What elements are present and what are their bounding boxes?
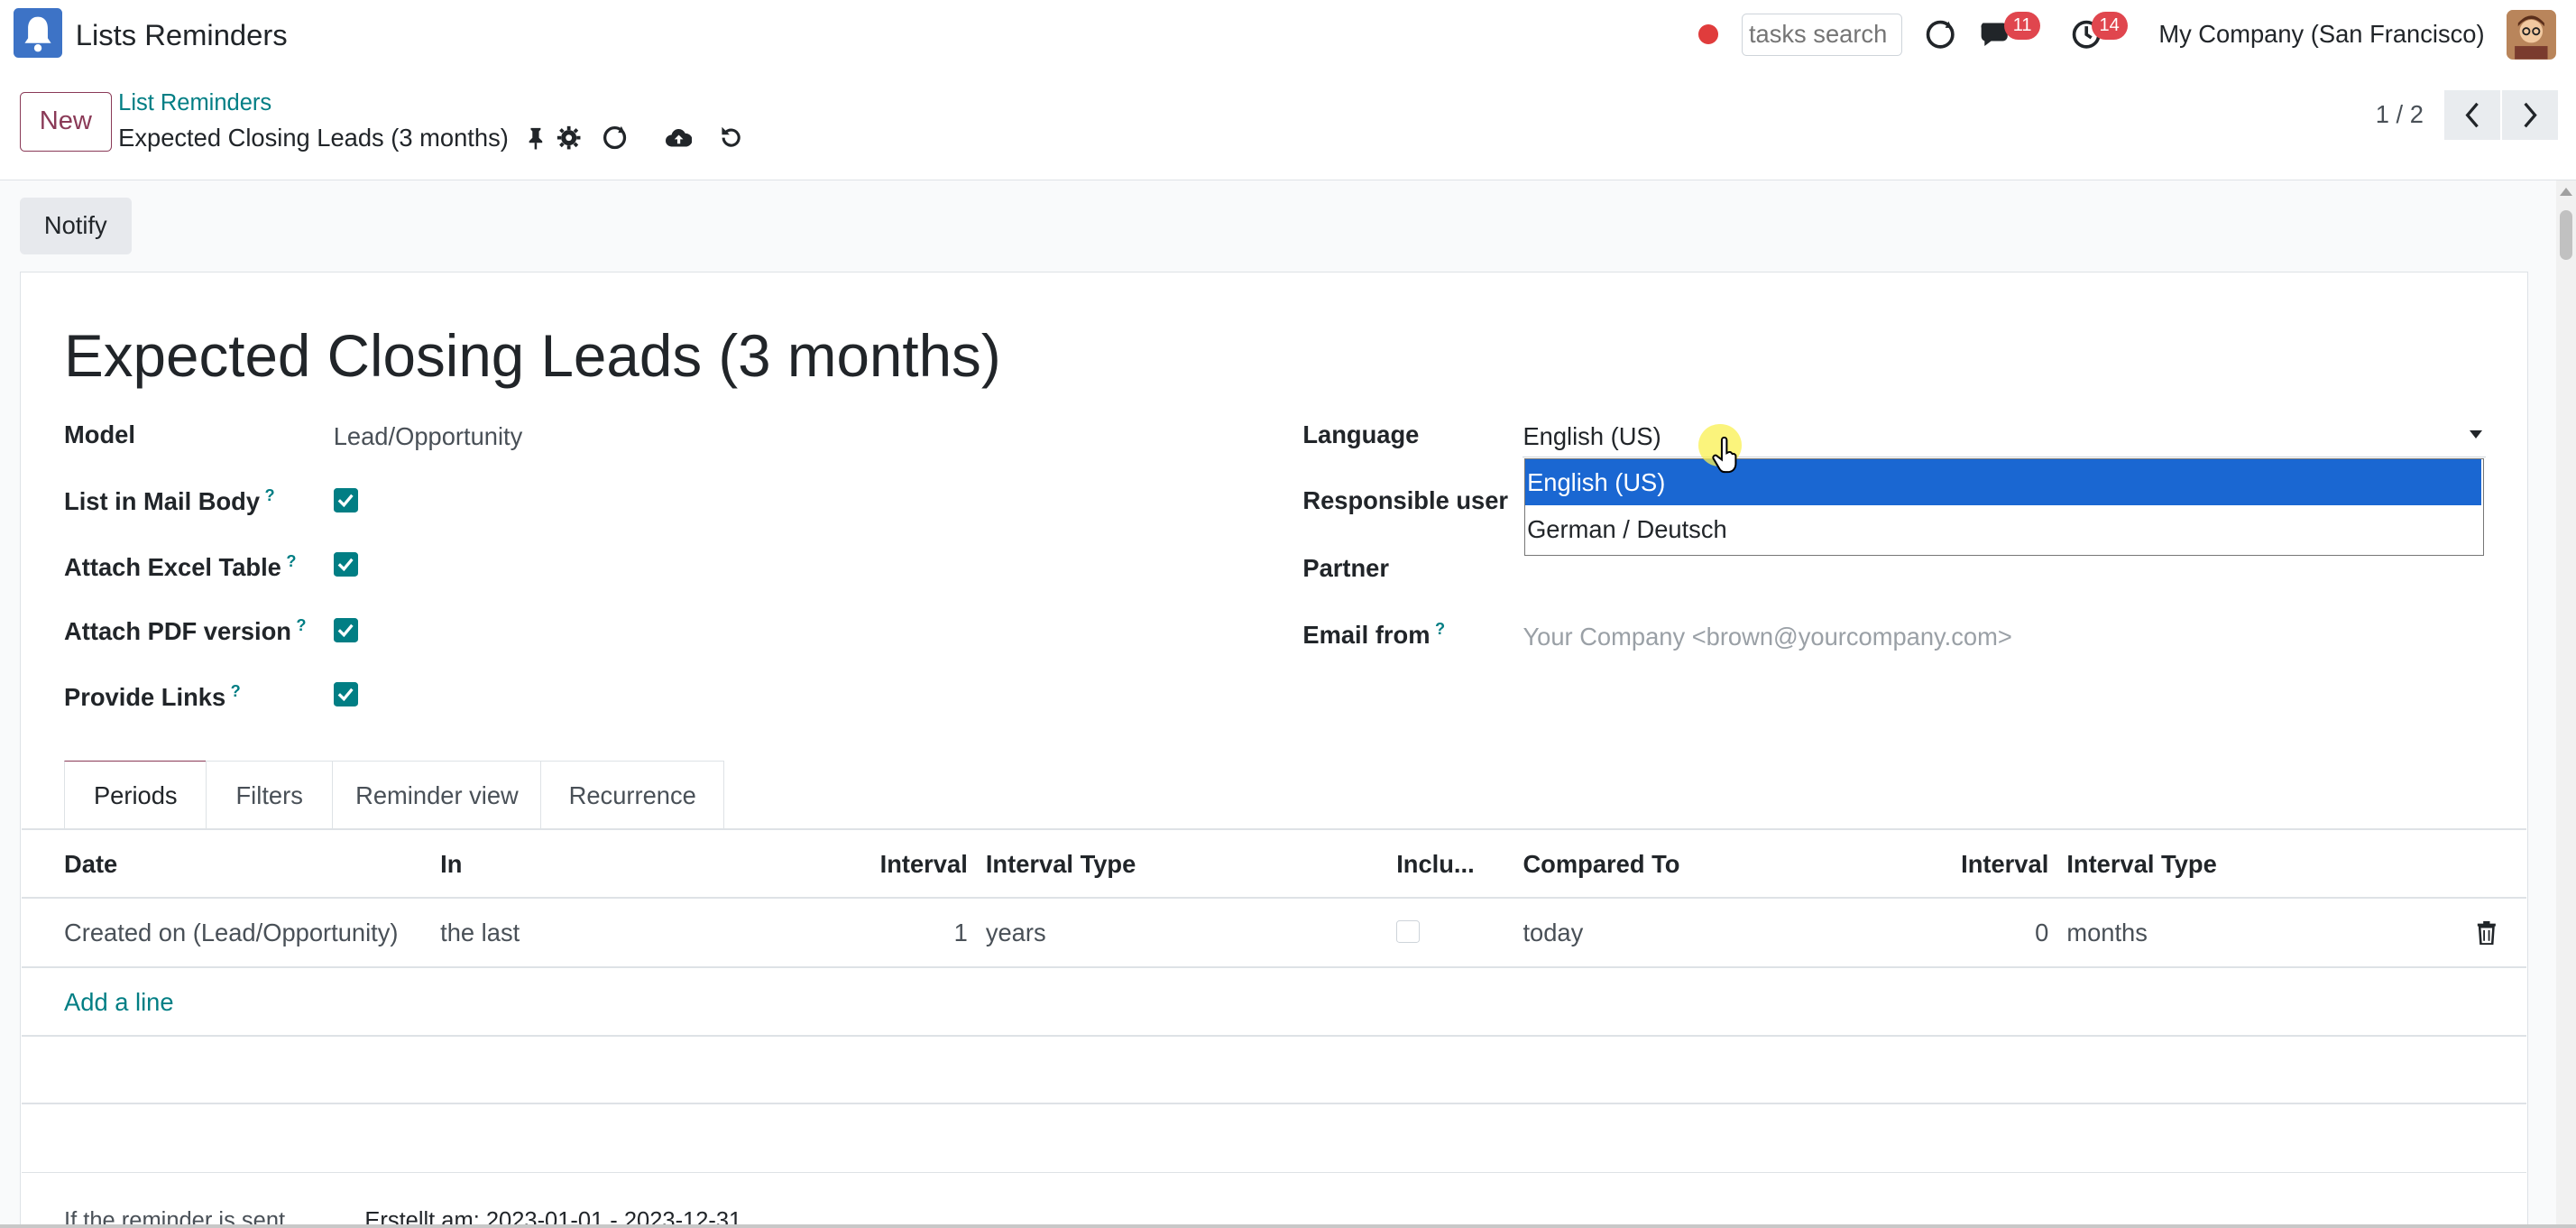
email-from-label: Email from? [1302,619,1446,649]
tabs-divider [21,827,2527,830]
help-tooltip-icon[interactable]: ? [1435,620,1445,638]
cell-date[interactable]: Created on (Lead/Opportunity) [64,919,398,947]
cell-interval[interactable]: 1 [822,919,968,947]
language-dropdown-list: English (US) German / Deutsch [1524,458,2484,556]
cell-interval-2[interactable]: 0 [1890,919,2048,947]
gear-icon[interactable] [556,125,582,151]
list-in-mail-body-checkbox[interactable] [333,487,359,513]
tab-periods[interactable]: Periods [64,761,207,830]
top-navbar: Lists Reminders 11 14 My Company (San Fr… [0,0,2576,71]
table-row-divider [21,1035,2527,1038]
help-tooltip-icon[interactable]: ? [296,616,306,634]
scroll-up-arrow-icon[interactable] [2559,187,2572,196]
breadcrumb-current: Expected Closing Leads (3 months) [118,123,509,152]
column-header-interval-type[interactable]: Interval Type [986,850,1136,879]
refresh-circle-icon[interactable] [602,125,628,151]
notify-button[interactable]: Notify [19,197,132,255]
help-tooltip-icon[interactable]: ? [286,552,296,570]
check-icon [337,623,354,637]
help-tooltip-icon[interactable]: ? [231,682,241,700]
messages-badge: 11 [2004,11,2041,40]
table-row-divider [21,1103,2527,1104]
window-bottom-border [0,1223,2576,1228]
provide-links-label: Provide Links? [64,681,241,711]
check-icon [337,494,354,507]
attach-pdf-checkbox[interactable] [333,617,359,643]
attach-excel-checkbox[interactable] [333,551,359,577]
column-header-interval-2[interactable]: Interval [1890,850,2048,879]
pager-value[interactable]: 1 / 2 [2376,100,2424,129]
attach-excel-label: Attach Excel Table? [64,551,297,582]
form-sheet [19,271,2529,1228]
table-row-divider [21,965,2527,968]
model-value: Lead/Opportunity [333,422,523,451]
cell-included-checkbox[interactable] [1396,919,1420,944]
tab-reminder-view[interactable]: Reminder view [331,761,543,830]
user-avatar[interactable] [2507,9,2557,60]
app-title: Lists Reminders [75,18,288,52]
tab-recurrence[interactable]: Recurrence [540,761,725,830]
provide-links-checkbox[interactable] [333,681,359,707]
language-select[interactable]: English (US) [1523,418,2486,458]
email-from-input[interactable]: Your Company <brown@yourcompany.com> [1523,623,2011,651]
column-header-interval-type-2[interactable]: Interval Type [2066,850,2216,879]
tasks-search-input[interactable] [1741,13,1903,56]
company-switcher[interactable]: My Company (San Francisco) [2158,20,2484,49]
column-header-date[interactable]: Date [64,850,117,879]
column-header-interval[interactable]: Interval [822,850,968,879]
column-header-included[interactable]: Inclu... [1396,850,1475,879]
page: Lists Reminders 11 14 My Company (San Fr… [0,0,2576,1228]
bell-app-icon[interactable] [13,8,63,58]
language-select-value: English (US) [1523,422,1661,451]
pager-previous-button[interactable] [2444,90,2501,140]
responsible-user-label: Responsible user [1302,486,1509,515]
scrollbar-thumb[interactable] [2559,210,2573,260]
list-in-mail-body-label: List in Mail Body? [64,486,275,516]
hand-pointer-icon [1712,437,1742,480]
language-label: Language [1302,420,1420,449]
model-label: Model [64,420,135,449]
column-header-compared-to[interactable]: Compared To [1523,850,1679,879]
cell-compared-to[interactable]: today [1523,919,1583,947]
pin-icon[interactable] [522,125,548,151]
discard-undo-icon[interactable] [718,125,744,151]
cell-interval-type[interactable]: years [986,919,1046,947]
table-row-divider [21,1171,2527,1174]
refresh-circle-icon[interactable] [1922,16,1958,52]
pager-next-button[interactable] [2501,90,2558,140]
record-title[interactable]: Expected Closing Leads (3 months) [64,322,1001,390]
partner-label: Partner [1302,553,1389,582]
record-indicator-icon[interactable] [1698,24,1719,45]
control-panel: New List Reminders Expected Closing Lead… [0,70,2576,180]
activities-badge: 14 [2091,11,2128,40]
language-option-german[interactable]: German / Deutsch [1525,507,2481,553]
language-option-english[interactable]: English (US) [1525,459,2482,506]
check-icon [337,559,354,571]
column-header-in[interactable]: In [440,850,462,879]
help-tooltip-icon[interactable]: ? [264,486,274,504]
cell-interval-type-2[interactable]: months [2066,919,2148,947]
tab-filters[interactable]: Filters [205,761,334,830]
trash-icon[interactable] [2476,920,2498,952]
chevron-right-icon [2524,102,2537,128]
table-row-divider [21,897,2527,900]
add-a-line-link[interactable]: Add a line [64,988,173,1017]
attach-pdf-label: Attach PDF version? [64,616,307,646]
chevron-left-icon [2465,102,2479,128]
cell-in[interactable]: the last [440,919,520,947]
vertical-scrollbar[interactable] [2556,180,2576,1228]
breadcrumb-parent-link[interactable]: List Reminders [118,90,271,116]
cloud-upload-icon[interactable] [665,125,692,151]
check-icon [337,688,354,701]
new-button[interactable]: New [19,91,112,152]
caret-down-icon [2470,430,2483,439]
